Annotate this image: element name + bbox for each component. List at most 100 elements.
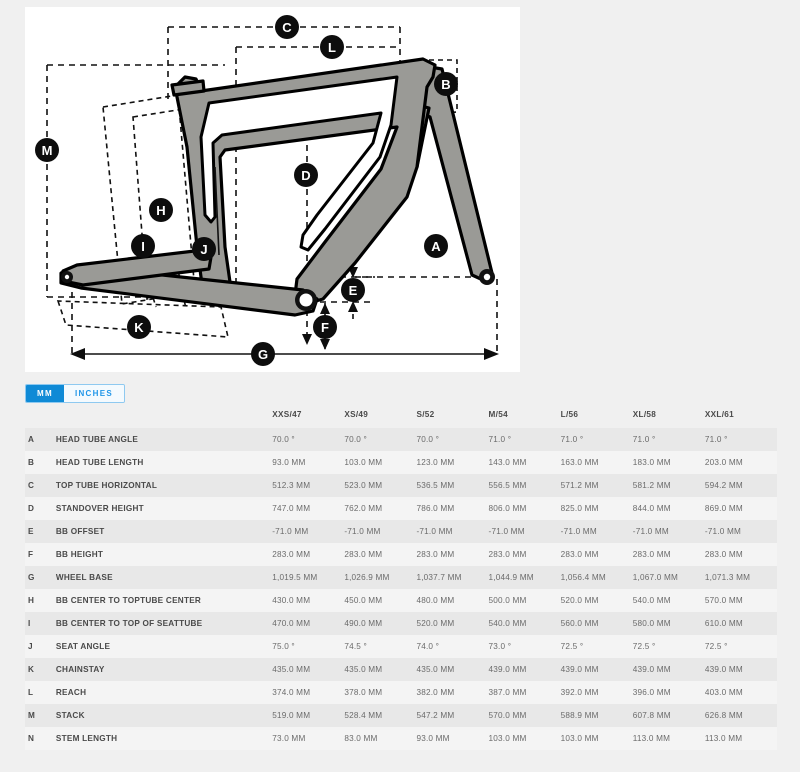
cell-j-7: 72.5 ° xyxy=(704,642,728,651)
cell-g-3: 1,037.7 MM xyxy=(416,573,462,582)
cell-e-2: -71.0 MM xyxy=(344,527,381,536)
row-label: CHAINSTAY xyxy=(55,665,105,674)
callout-B: B xyxy=(434,72,458,96)
cell-b-5: 163.0 MM xyxy=(560,458,599,467)
row-letter: A xyxy=(28,435,35,444)
cell-a-6: 71.0 ° xyxy=(632,435,656,444)
col-header-s52: S/52 xyxy=(416,410,435,419)
row-letter: N xyxy=(28,734,35,743)
cell-h-1: 430.0 MM xyxy=(272,596,311,605)
cell-e-5: -71.0 MM xyxy=(560,527,597,536)
svg-text:A: A xyxy=(431,239,441,254)
cell-l-2: 378.0 MM xyxy=(344,688,383,697)
table-row: A HEAD TUBE ANGLE 70.0 ° 70.0 ° 70.0 ° 71.0 °… xyxy=(25,428,777,451)
cell-f-1: 283.0 MM xyxy=(272,550,311,559)
cell-b-3: 123.0 MM xyxy=(416,458,455,467)
cell-f-7: 283.0 MM xyxy=(704,550,743,559)
row-label: STEM LENGTH xyxy=(55,734,118,743)
col-header-xs49: XS/49 xyxy=(344,410,369,419)
col-header-m54: M/54 xyxy=(488,410,508,419)
cell-n-1: 73.0 MM xyxy=(272,734,306,743)
cell-a-4: 71.0 ° xyxy=(488,435,512,444)
cell-g-1: 1,019.5 MM xyxy=(272,573,318,582)
col-header-xxl61: XXL/61 xyxy=(704,410,734,419)
unit-toggle-group[interactable]: MM INCHES xyxy=(25,384,125,403)
col-header-l56: L/56 xyxy=(560,410,579,419)
svg-text:E: E xyxy=(349,283,358,298)
callout-A: A xyxy=(424,234,448,258)
cell-d-1: 747.0 MM xyxy=(272,504,311,513)
cell-d-5: 825.0 MM xyxy=(560,504,599,513)
callout-H: H xyxy=(149,198,173,222)
cell-f-6: 283.0 MM xyxy=(632,550,671,559)
row-label: TOP TUBE HORIZONTAL xyxy=(55,481,158,490)
cell-i-2: 490.0 MM xyxy=(344,619,383,628)
table-row: M STACK 519.0 MM 528.4 MM 547.2 MM 570.0 MM 58… xyxy=(25,704,777,727)
row-label: HEAD TUBE ANGLE xyxy=(55,435,139,444)
table-row: J SEAT ANGLE 75.0 ° 74.5 ° 74.0 ° 73.0 ° 72.5 … xyxy=(25,635,777,658)
cell-m-5: 588.9 MM xyxy=(560,711,599,720)
svg-text:K: K xyxy=(134,320,144,335)
cell-e-1: -71.0 MM xyxy=(272,527,309,536)
cell-d-4: 806.0 MM xyxy=(488,504,527,513)
callout-M: M xyxy=(35,138,59,162)
cell-f-2: 283.0 MM xyxy=(344,550,383,559)
cell-a-2: 70.0 ° xyxy=(344,435,368,444)
cell-a-1: 70.0 ° xyxy=(272,435,295,444)
cell-k-6: 439.0 MM xyxy=(632,665,671,674)
callout-G: G xyxy=(251,342,275,366)
callout-J: J xyxy=(192,237,216,261)
row-label: BB CENTER TO TOPTUBE CENTER xyxy=(55,596,202,605)
cell-k-5: 439.0 MM xyxy=(560,665,599,674)
callout-C: C xyxy=(275,15,299,39)
svg-text:L: L xyxy=(328,40,336,55)
cell-h-2: 450.0 MM xyxy=(344,596,383,605)
row-label: STACK xyxy=(55,711,85,720)
table-row: G WHEEL BASE 1,019.5 MM 1,026.9 MM 1,037.7 M… xyxy=(25,566,777,589)
cell-l-1: 374.0 MM xyxy=(272,688,311,697)
row-label: BB CENTER TO TOP OF SEATTUBE xyxy=(55,619,203,628)
geometry-page: .dash { stroke:#111; stroke-width:1.6; s… xyxy=(0,0,800,772)
cell-n-3: 93.0 MM xyxy=(416,734,450,743)
unit-toggle-inches[interactable]: INCHES xyxy=(63,385,124,402)
cell-n-6: 113.0 MM xyxy=(632,734,671,743)
callout-I: I xyxy=(131,234,155,258)
cell-j-2: 74.5 ° xyxy=(344,642,368,651)
cell-k-1: 435.0 MM xyxy=(272,665,311,674)
svg-text:C: C xyxy=(282,20,292,35)
svg-text:D: D xyxy=(301,168,310,183)
geometry-table: XXS/47 XS/49 S/52 M/54 L/56 XL/58 XXL/61… xyxy=(25,406,777,750)
cell-e-3: -71.0 MM xyxy=(416,527,453,536)
cell-k-7: 439.0 MM xyxy=(704,665,743,674)
row-letter: J xyxy=(28,642,33,651)
cell-f-4: 283.0 MM xyxy=(488,550,527,559)
col-header-xl58: XL/58 xyxy=(632,410,657,419)
cell-c-2: 523.0 MM xyxy=(344,481,383,490)
cell-d-7: 869.0 MM xyxy=(704,504,743,513)
cell-i-5: 560.0 MM xyxy=(560,619,599,628)
row-letter: I xyxy=(28,619,31,628)
svg-text:I: I xyxy=(141,239,145,254)
cell-c-3: 536.5 MM xyxy=(416,481,455,490)
cell-h-3: 480.0 MM xyxy=(416,596,455,605)
cell-g-4: 1,044.9 MM xyxy=(488,573,534,582)
row-letter: B xyxy=(28,458,35,467)
cell-m-4: 570.0 MM xyxy=(488,711,527,720)
callout-K: K xyxy=(127,315,151,339)
table-row: E BB OFFSET -71.0 MM -71.0 MM -71.0 MM -71.0 … xyxy=(25,520,777,543)
cell-n-5: 103.0 MM xyxy=(560,734,599,743)
cell-k-2: 435.0 MM xyxy=(344,665,383,674)
cell-i-7: 610.0 MM xyxy=(704,619,743,628)
table-row: B HEAD TUBE LENGTH 93.0 MM 103.0 MM 123.0 MM… xyxy=(25,451,777,474)
unit-toggle-mm[interactable]: MM xyxy=(26,385,64,402)
cell-b-6: 183.0 MM xyxy=(632,458,671,467)
svg-text:M: M xyxy=(42,143,53,158)
col-header-xxs47: XXS/47 xyxy=(272,410,302,419)
cell-g-2: 1,026.9 MM xyxy=(344,573,390,582)
callout-L: L xyxy=(320,35,344,59)
table-row: D STANDOVER HEIGHT 747.0 MM 762.0 MM 786.0 M… xyxy=(25,497,777,520)
cell-e-7: -71.0 MM xyxy=(704,527,742,536)
svg-text:B: B xyxy=(441,77,450,92)
cell-j-4: 73.0 ° xyxy=(488,642,512,651)
table-row: I BB CENTER TO TOP OF SEATTUBE 470.0 MM 490… xyxy=(25,612,777,635)
